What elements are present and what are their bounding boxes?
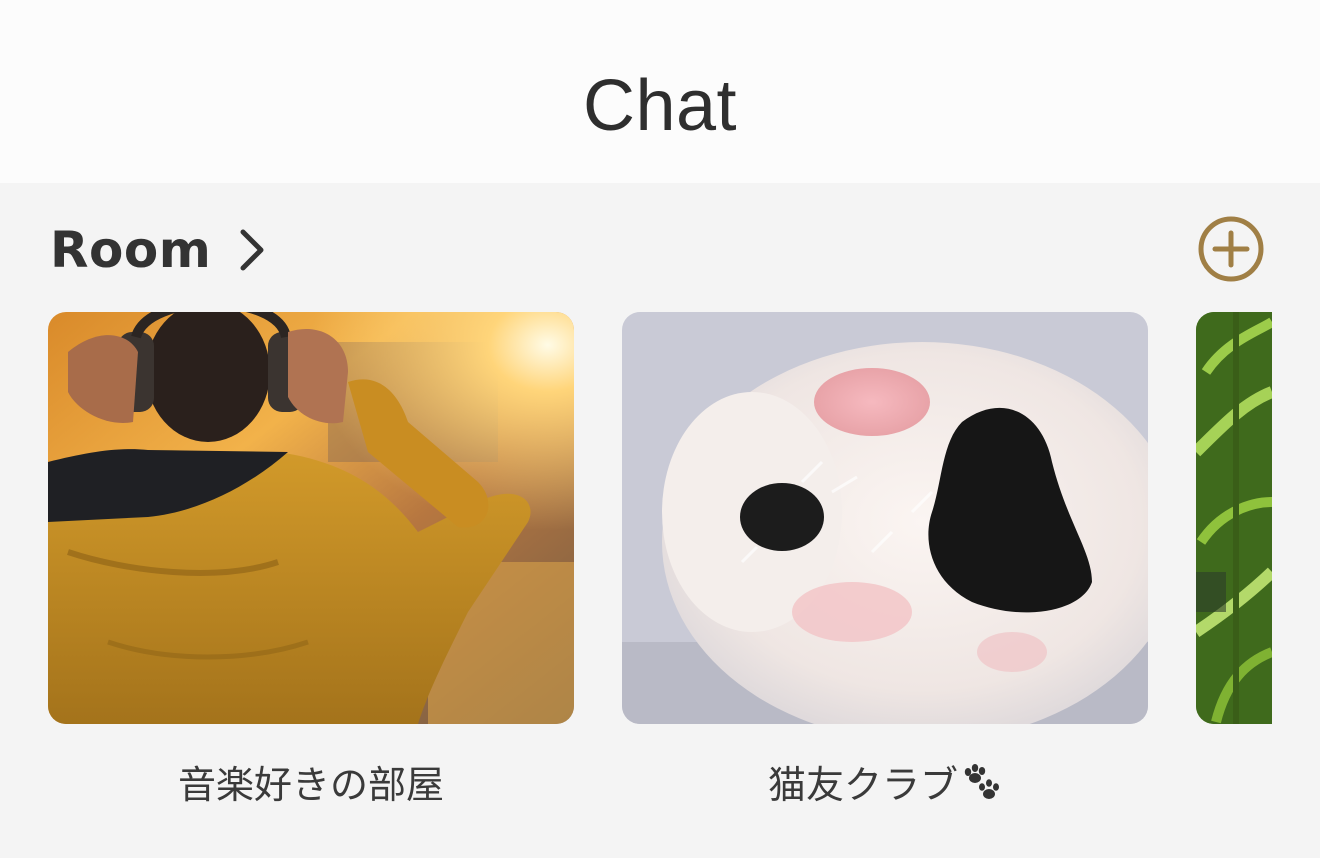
room-card-plants[interactable] (1196, 312, 1272, 754)
paw-prints-icon (960, 763, 1002, 812)
add-room-button[interactable] (1196, 214, 1266, 284)
room-thumbnail-cats (622, 312, 1148, 724)
room-carousel[interactable]: 音楽好きの部屋 猫友クラブ (48, 312, 1272, 812)
chevron-right-icon (237, 228, 267, 272)
room-card-music[interactable]: 音楽好きの部屋 (48, 312, 574, 809)
room-card-cats[interactable]: 猫友クラブ (622, 312, 1148, 812)
room-thumbnail-plants (1196, 312, 1272, 724)
room-thumbnail-music (48, 312, 574, 724)
room-name: 猫友クラブ (622, 754, 1148, 812)
page-title: Chat (582, 65, 738, 146)
header-bar: Chat (0, 0, 1320, 183)
chat-screen: Chat Room 音楽好きの部屋 猫友クラブ (0, 0, 1320, 858)
plus-circle-icon (1198, 216, 1264, 282)
room-section-link[interactable]: Room (50, 218, 267, 282)
room-name: 音楽好きの部屋 (177, 763, 444, 807)
room-section-title: Room (50, 221, 212, 279)
room-name-text: 猫友クラブ (767, 763, 958, 807)
